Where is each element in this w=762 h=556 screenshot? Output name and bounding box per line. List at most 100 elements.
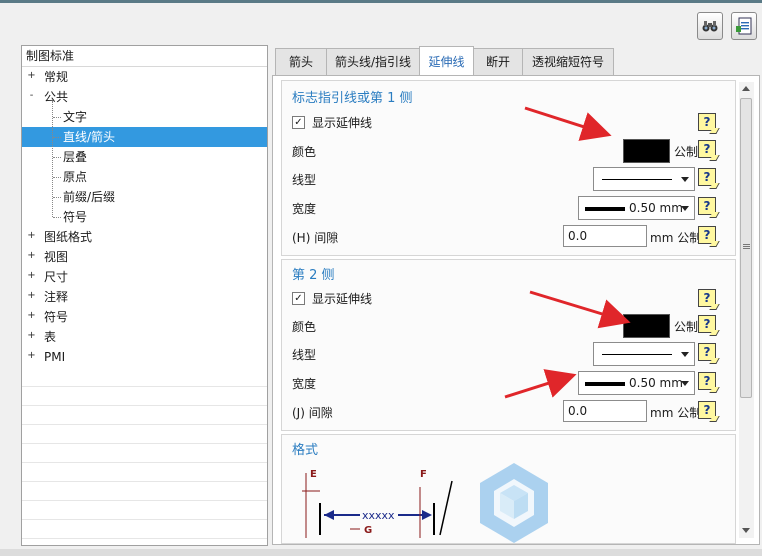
tree-item[interactable]: - 公共 <box>22 87 267 107</box>
expand-icon[interactable]: + <box>27 71 36 81</box>
expand-icon[interactable]: + <box>27 351 36 361</box>
tab-arrow-line-leader[interactable]: 箭头线/指引线 <box>326 48 420 75</box>
collapse-icon[interactable]: - <box>27 91 36 101</box>
help-icon[interactable]: ? <box>698 372 716 390</box>
help-icon[interactable]: ? <box>698 197 716 215</box>
binoculars-icon <box>702 21 718 32</box>
expand-icon[interactable]: + <box>27 271 36 281</box>
expand-icon[interactable]: + <box>27 311 36 321</box>
tree-connector <box>53 177 61 178</box>
tree-empty-row-line <box>22 386 267 387</box>
tab-arrow[interactable]: 箭头 <box>275 48 327 75</box>
status-strip <box>0 549 762 556</box>
help-icon[interactable]: ? <box>698 140 716 158</box>
tree-empty-row-line <box>22 519 267 520</box>
tree-item[interactable]: + 注释 <box>22 287 267 307</box>
e-label: E <box>310 469 317 480</box>
side1-width-dropdown[interactable]: 0.50 mm <box>578 196 695 220</box>
scroll-up-arrow-icon[interactable] <box>742 86 750 91</box>
tree-empty-row-line <box>22 481 267 482</box>
side1-gap-label: (H) 间隙 <box>292 231 339 245</box>
tree-empty-row-line <box>22 405 267 406</box>
tree-header: 制图标准 <box>22 46 267 67</box>
help-icon[interactable]: ? <box>698 113 716 131</box>
side2-linetype-dropdown[interactable] <box>593 342 695 366</box>
f-label: F <box>420 469 427 480</box>
chevron-down-icon <box>681 177 689 182</box>
help-icon[interactable]: ? <box>698 289 716 307</box>
tree-item[interactable]: + 尺寸 <box>22 267 267 287</box>
side2-width-label: 宽度 <box>292 377 317 391</box>
side2-color-swatch[interactable] <box>623 314 670 338</box>
side2-gap-label: (J) 间隙 <box>292 406 333 420</box>
solid-line-glyph <box>602 354 672 355</box>
tree-item-label: 原点 <box>63 170 88 184</box>
chevron-down-icon <box>681 352 689 357</box>
tree-empty-row-line <box>22 500 267 501</box>
scroll-down-arrow-icon[interactable] <box>742 528 750 533</box>
help-icon[interactable]: ? <box>698 168 716 186</box>
side2-show-extension-checkbox[interactable]: ✓ <box>292 292 305 305</box>
thick-line-glyph <box>585 382 625 386</box>
tree-item-label: 公共 <box>44 90 69 104</box>
tree-item[interactable]: + 视图 <box>22 247 267 267</box>
side2-gap-unit: mm 公制 <box>650 406 702 420</box>
tree-connector <box>53 157 61 158</box>
side1-color-label: 颜色 <box>292 145 317 159</box>
side1-gap-input[interactable]: 0.0 <box>563 225 647 247</box>
tree-item-label: 常规 <box>44 70 69 84</box>
format-section: 格式 xxxxx E F G <box>281 434 736 544</box>
thick-line-glyph <box>585 207 625 211</box>
help-icon[interactable]: ? <box>698 315 716 333</box>
tree-empty-row-line <box>22 538 267 539</box>
tree-connector <box>52 101 53 217</box>
drafting-standard-tree[interactable]: 制图标准 + 常规 - 公共 文字 直线/箭头 层叠 原点 前缀/后缀 符号 + 图纸格式 + 视图 + 尺寸… <box>21 45 268 546</box>
side2-color-label: 颜色 <box>292 320 317 334</box>
side2-width-dropdown[interactable]: 0.50 mm <box>578 371 695 395</box>
panel-scrollbar[interactable] <box>739 82 754 538</box>
expand-icon[interactable]: + <box>27 231 36 241</box>
side1-color-unit: 公制 <box>674 145 699 159</box>
tree-item-label: 符号 <box>44 310 69 324</box>
help-icon[interactable]: ? <box>698 343 716 361</box>
side1-show-extension-checkbox[interactable]: ✓ <box>292 116 305 129</box>
tree-empty-row-line <box>22 424 267 425</box>
tree-item[interactable]: + 图纸格式 <box>22 227 267 247</box>
solid-line-glyph <box>602 179 672 180</box>
tree-item-label: 层叠 <box>63 150 88 164</box>
tab-break[interactable]: 断开 <box>473 48 523 75</box>
g-label: G <box>364 525 372 536</box>
expand-icon[interactable]: + <box>27 291 36 301</box>
side2-color-unit: 公制 <box>674 320 699 334</box>
expand-icon[interactable]: + <box>27 251 36 261</box>
tree-empty-row-line <box>22 462 267 463</box>
expand-icon[interactable]: + <box>27 331 36 341</box>
tree-item[interactable]: + 符号 <box>22 307 267 327</box>
tree-item[interactable]: + 常规 <box>22 67 267 87</box>
scrollbar-thumb[interactable] <box>740 98 752 398</box>
document-list-icon <box>736 17 752 35</box>
side2-gap-input[interactable]: 0.0 <box>563 400 647 422</box>
tree-item-label: 注释 <box>44 290 69 304</box>
side1-show-extension-label: 显示延伸线 <box>312 116 373 130</box>
side1-section: 标志指引线或第 1 侧 ✓ 显示延伸线 ? 颜色 公制 ? 线型 ? 宽度 0.… <box>281 80 736 256</box>
tree-item-label: 图纸格式 <box>44 230 93 244</box>
tab-foreshortening-symbol[interactable]: 透视缩短符号 <box>522 48 614 75</box>
tree-connector <box>53 197 61 198</box>
tree-item-label: 符号 <box>63 210 88 224</box>
binoculars-button[interactable] <box>697 12 723 40</box>
side1-width-label: 宽度 <box>292 202 317 216</box>
side1-linetype-dropdown[interactable] <box>593 167 695 191</box>
help-icon[interactable]: ? <box>698 226 716 244</box>
side1-color-swatch[interactable] <box>623 139 670 163</box>
help-icon[interactable]: ? <box>698 401 716 419</box>
watermark-cube-logo-icon <box>480 463 548 543</box>
tree-item[interactable]: + PMI <box>22 347 267 367</box>
settings-document-button[interactable] <box>731 12 757 40</box>
tab-extension-line[interactable]: 延伸线 <box>419 46 474 76</box>
chevron-down-icon <box>681 381 689 386</box>
format-title: 格式 <box>292 443 319 458</box>
tree-item-label: PMI <box>44 350 66 364</box>
tree-item[interactable]: + 表 <box>22 327 267 347</box>
tree-item-label: 视图 <box>44 250 69 264</box>
